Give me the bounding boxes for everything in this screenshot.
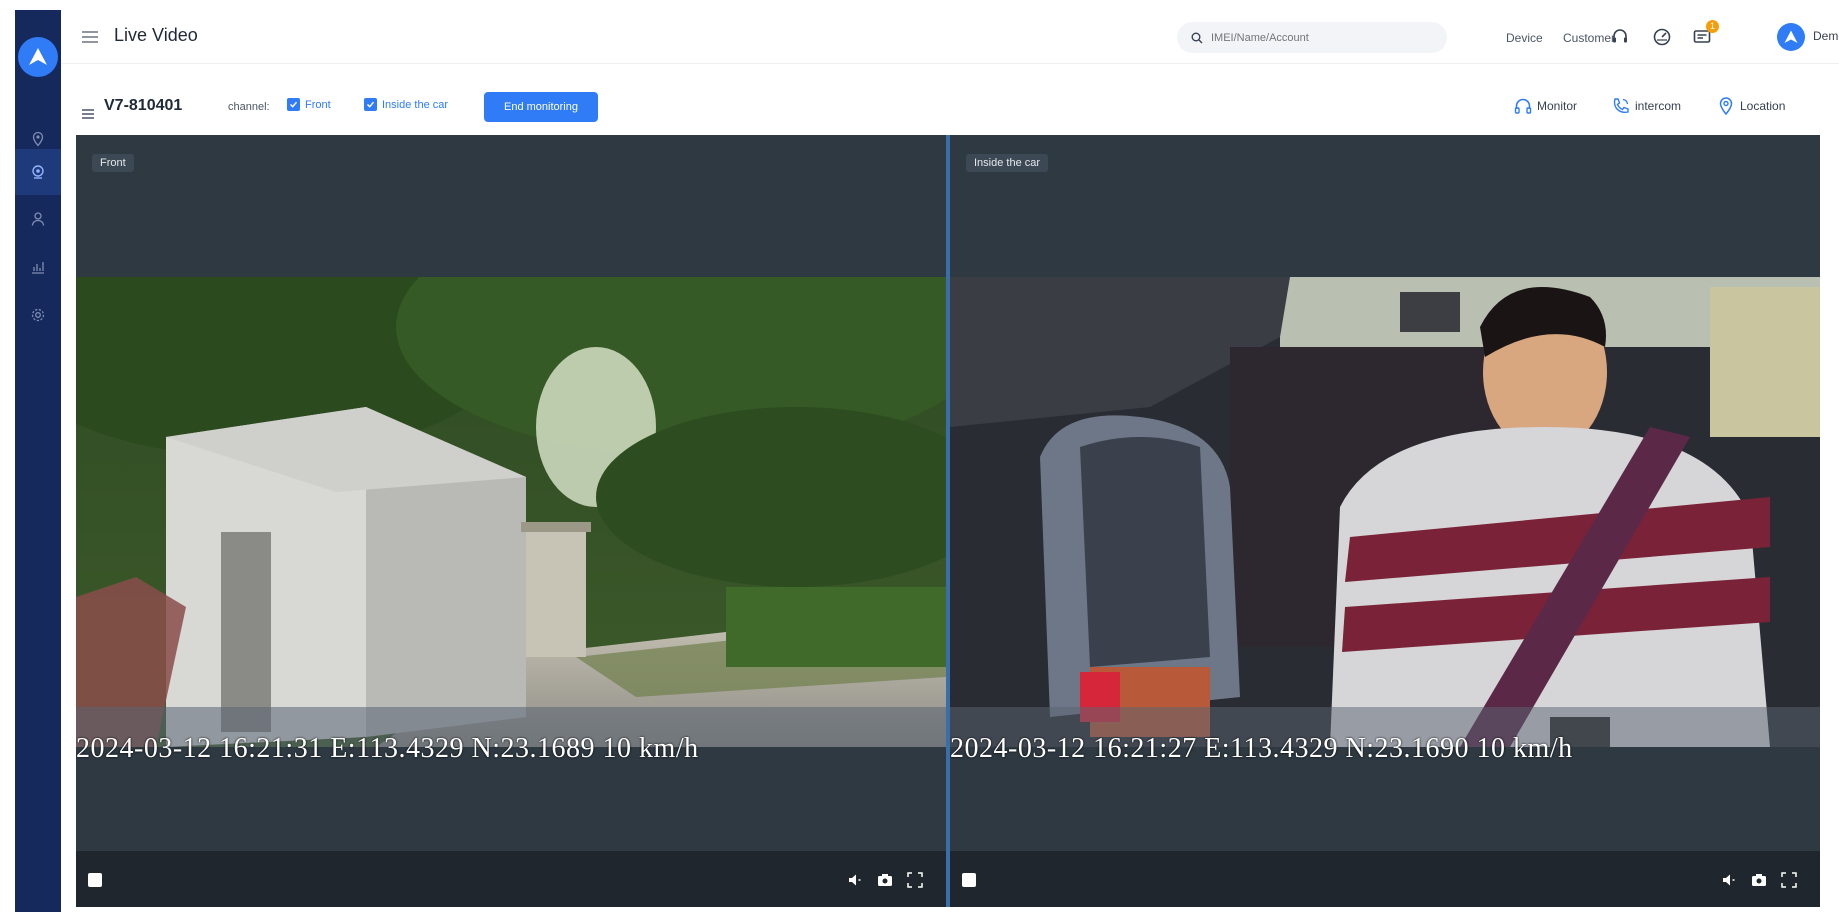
video-grid: Front 2024-03-12 16:21:31 E:113.4329 N:2…	[76, 135, 1820, 907]
sidebar	[15, 10, 61, 912]
volume-icon[interactable]	[1720, 871, 1738, 889]
video-pane-front[interactable]: Front 2024-03-12 16:21:31 E:113.4329 N:2…	[76, 135, 946, 907]
channel-checkbox-inside[interactable]: Inside the car	[364, 98, 448, 111]
location-label: Location	[1740, 99, 1786, 113]
sidebar-item-reports[interactable]	[15, 244, 61, 290]
video-osd-overlay: 2024-03-12 16:21:31 E:113.4329 N:23.1689…	[76, 733, 699, 764]
list-icon[interactable]	[81, 108, 95, 120]
logo-arrow-icon	[29, 48, 47, 65]
search-box[interactable]: Device Customer	[1177, 22, 1615, 53]
search-input[interactable]	[1211, 31, 1321, 44]
channel-inside-label: Inside the car	[382, 98, 449, 111]
fullscreen-icon[interactable]	[906, 871, 924, 889]
inside-camera-video[interactable]	[950, 277, 1820, 747]
app-logo[interactable]	[18, 37, 58, 77]
headset-icon	[1613, 29, 1627, 43]
fullscreen-icon[interactable]	[1780, 871, 1798, 889]
stop-button[interactable]	[88, 873, 102, 887]
intercom-button[interactable]: intercom	[1611, 96, 1681, 116]
intercom-label: intercom	[1635, 99, 1682, 113]
sidebar-item-users[interactable]	[15, 196, 61, 242]
volume-icon[interactable]	[846, 871, 864, 889]
sidebar-item-settings[interactable]	[15, 292, 61, 338]
headset-button[interactable]	[1608, 25, 1632, 49]
headphones-icon	[1514, 98, 1532, 114]
front-camera-video[interactable]	[76, 277, 946, 747]
search-tab-device[interactable]: Device	[1506, 31, 1543, 45]
video-osd-overlay: 2024-03-12 16:21:27 E:113.4329 N:23.1690…	[950, 733, 1573, 764]
channel-tag: Front	[92, 154, 134, 172]
page-title: Live Video	[114, 25, 198, 45]
camera-snapshot-icon[interactable]	[876, 871, 894, 889]
top-bar: Live Video Device Customer 1 Demo ▼	[61, 10, 1839, 64]
avatar-logo-icon	[1784, 30, 1798, 43]
location-pin-icon	[32, 131, 44, 147]
speedometer-icon	[1653, 28, 1671, 46]
channel-tag: Inside the car	[966, 154, 1049, 172]
channel-label: channel:	[228, 101, 270, 113]
stop-button[interactable]	[962, 873, 976, 887]
checkbox-checked-icon	[364, 98, 377, 111]
messages-button[interactable]: 1	[1690, 20, 1719, 49]
notification-badge: 1	[1706, 20, 1719, 33]
monitor-button[interactable]: Monitor	[1513, 96, 1577, 116]
video-controls	[76, 851, 946, 907]
location-pin-icon	[1719, 97, 1733, 116]
user-icon	[31, 212, 45, 226]
sidebar-item-live-video[interactable]	[15, 149, 61, 195]
checkbox-checked-icon	[287, 98, 300, 111]
phone-call-icon	[1613, 98, 1629, 114]
user-name[interactable]: Demo	[1813, 29, 1839, 43]
search-icon	[1191, 32, 1203, 43]
report-chart-icon	[32, 262, 44, 274]
device-toolbar: V7-810401 channel: Front Inside the car …	[61, 82, 1839, 132]
monitor-label: Monitor	[1537, 99, 1578, 113]
channel-front-label: Front	[305, 98, 331, 111]
dashboard-button[interactable]	[1650, 25, 1674, 49]
video-controls	[950, 851, 1820, 907]
location-button[interactable]: Location	[1716, 96, 1785, 116]
webcam-icon	[32, 165, 44, 179]
video-pane-inside[interactable]: Inside the car 2024-03-12 16:21:27 E:113…	[950, 135, 1820, 907]
gear-icon	[31, 308, 45, 322]
device-id: V7-810401	[104, 97, 183, 114]
hamburger-menu-icon[interactable]	[81, 29, 99, 45]
channel-checkbox-front[interactable]: Front	[287, 98, 331, 111]
end-monitoring-button[interactable]: End monitoring	[484, 92, 598, 122]
camera-snapshot-icon[interactable]	[1750, 871, 1768, 889]
avatar[interactable]	[1777, 23, 1805, 51]
